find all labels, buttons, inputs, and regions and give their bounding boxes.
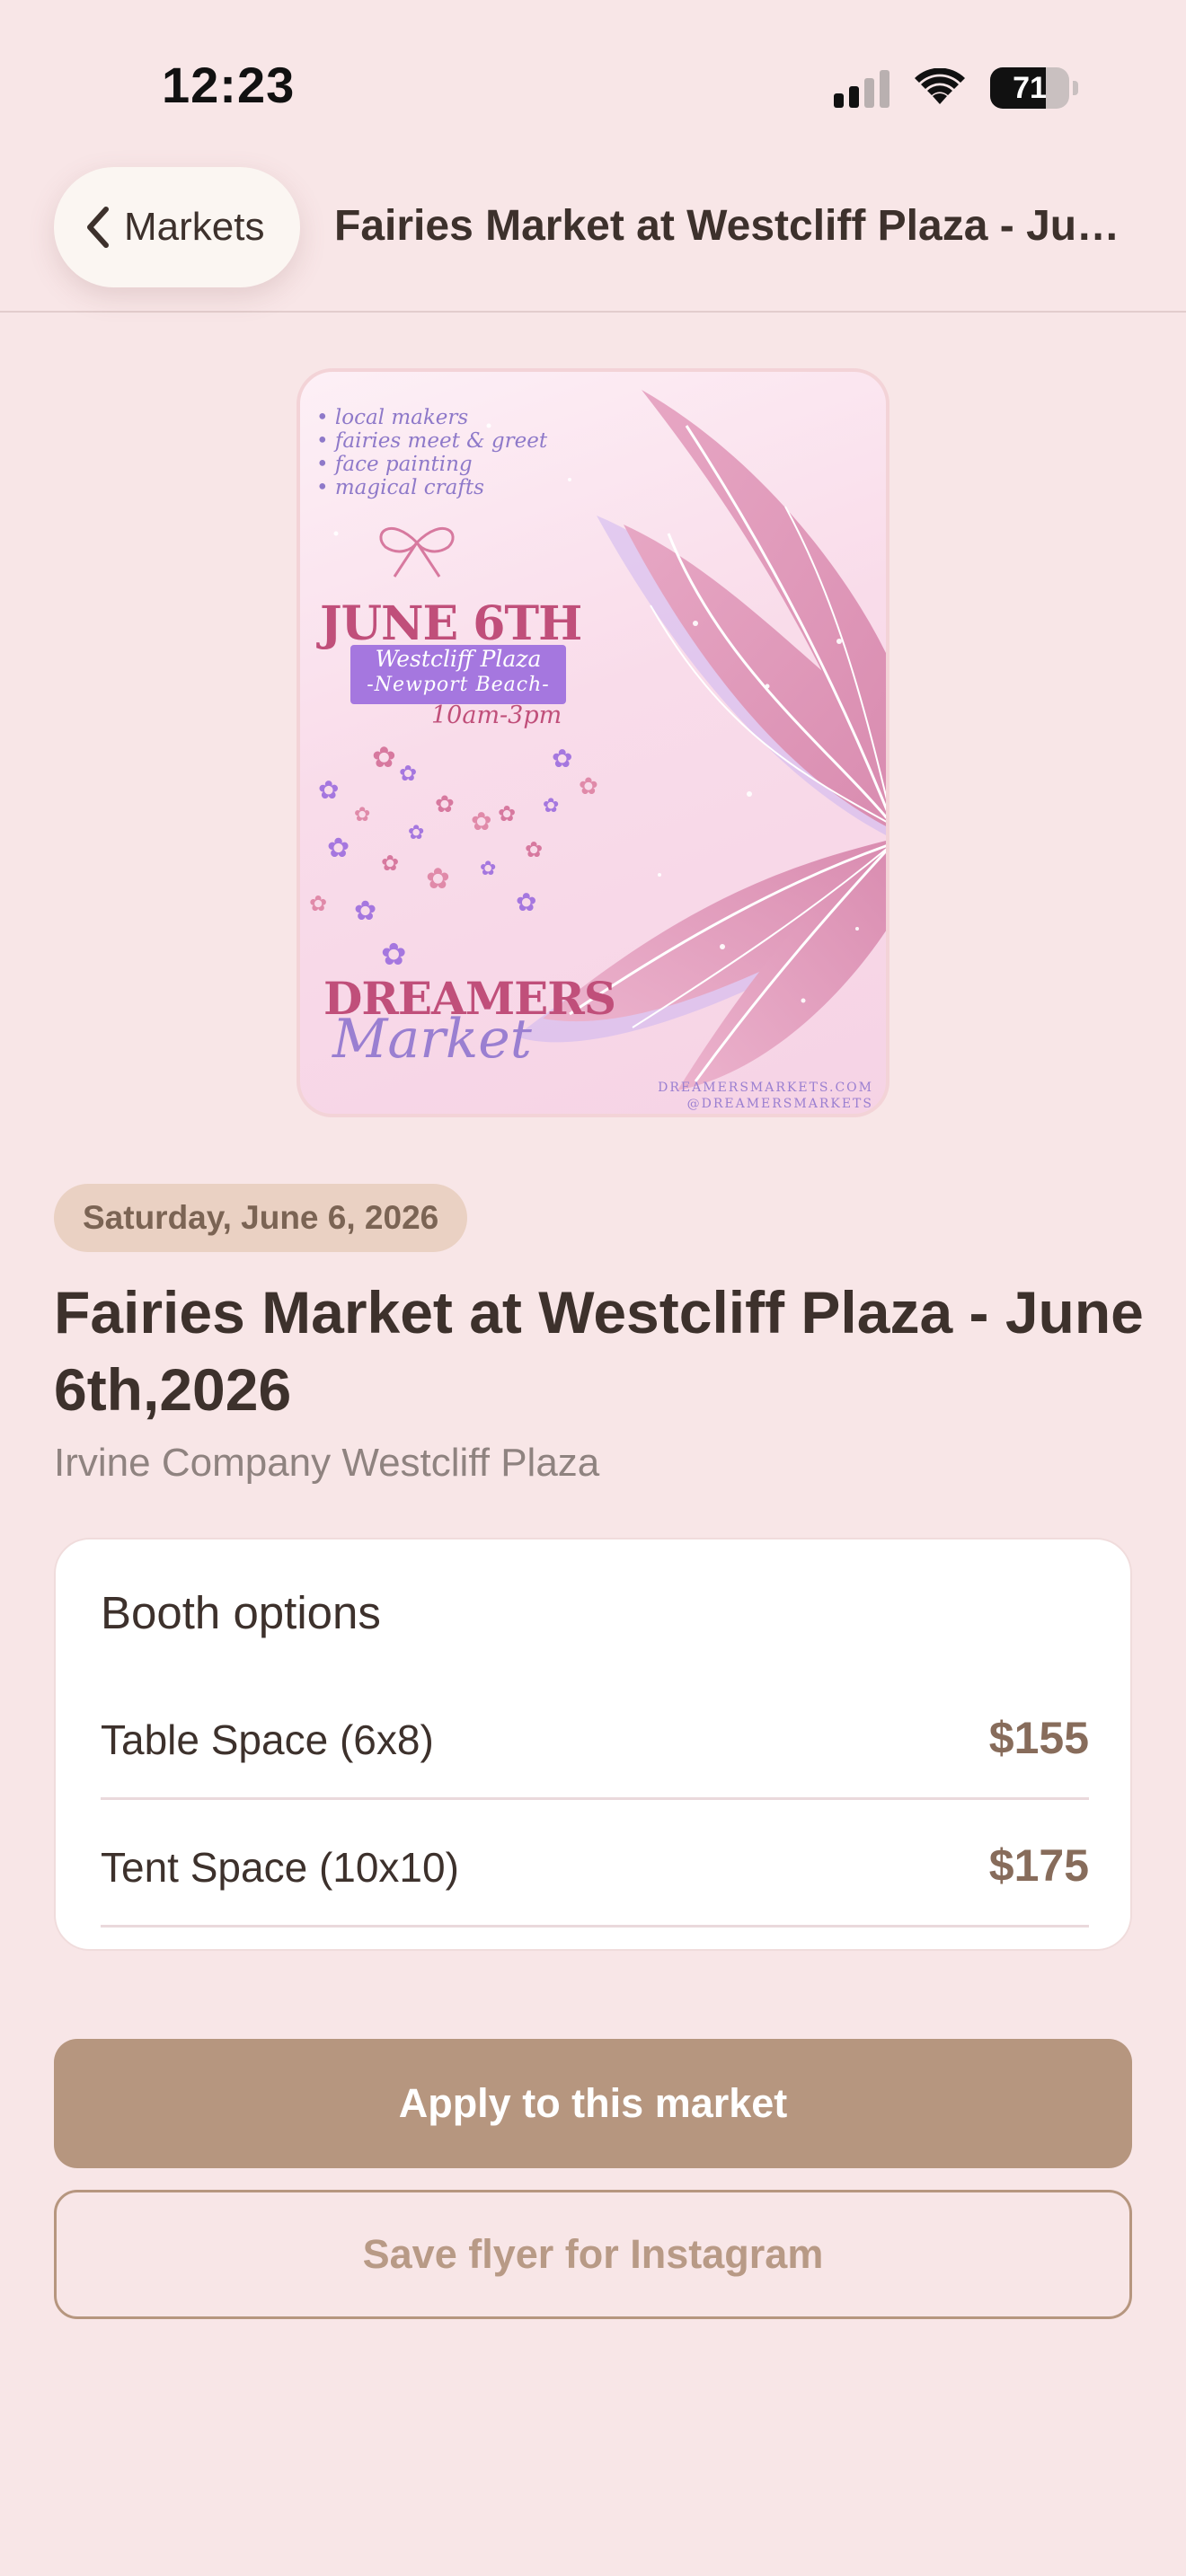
- navigation-bar: Markets Fairies Market at Westcliff Plaz…: [0, 153, 1186, 313]
- flyer-hours: 10am-3pm: [431, 701, 562, 729]
- battery-tip: [1073, 81, 1078, 95]
- svg-text:✿: ✿: [381, 851, 399, 876]
- booth-option-row[interactable]: Tent Space (10x10) $175: [101, 1800, 1089, 1928]
- booth-options-card: Booth options Table Space (6x8) $155 Ten…: [54, 1538, 1132, 1951]
- venue-name: Irvine Company Westcliff Plaza: [54, 1441, 600, 1485]
- svg-text:✿: ✿: [354, 895, 376, 927]
- back-button[interactable]: Markets: [54, 167, 300, 287]
- svg-text:✿: ✿: [309, 891, 327, 916]
- status-icons: 71: [834, 63, 1078, 113]
- event-date-chip: Saturday, June 6, 2026: [54, 1184, 468, 1252]
- svg-text:✿: ✿: [426, 861, 450, 895]
- svg-text:✿: ✿: [408, 822, 424, 844]
- svg-text:✿: ✿: [552, 744, 572, 773]
- flyer-handle: @DREAMERSMARKETS: [686, 1097, 873, 1111]
- flyer-bullet: • magical crafts: [316, 476, 484, 499]
- wifi-icon: [915, 68, 965, 104]
- booth-options-heading: Booth options: [101, 1587, 381, 1638]
- svg-text:✿: ✿: [471, 807, 491, 836]
- booth-option-name: Tent Space (10x10): [101, 1844, 459, 1891]
- ribbon-bow: [379, 526, 455, 578]
- flyer-date: JUNE 6TH: [320, 596, 582, 651]
- market-flyer-image[interactable]: ✿ ✿ ✿ ✿ ✿ ✿ ✿ ✿ ✿ ✿ ✿ ✿ ✿ ✿ ✿ ✿ ✿ ✿ ✿ ✿: [296, 368, 890, 1117]
- svg-text:✿: ✿: [543, 795, 559, 817]
- status-bar: 12:23 71: [0, 0, 1186, 153]
- market-title: Fairies Market at Westcliff Plaza - June…: [54, 1279, 1144, 1423]
- back-button-label: Markets: [124, 205, 265, 249]
- flyer-website-url: DREAMERSMARKETS.COM: [658, 1081, 873, 1095]
- flyer-bullet-list: • local makers • fairies meet & greet • …: [316, 406, 547, 499]
- cellular-signal-icon: [834, 68, 890, 108]
- booth-option-price: $155: [988, 1713, 1089, 1763]
- lower-wing: [543, 841, 886, 1090]
- flyer-venue: Westcliff Plaza: [375, 646, 542, 672]
- svg-text:✿: ✿: [498, 801, 516, 826]
- status-time: 12:23: [162, 57, 296, 113]
- svg-text:✿: ✿: [435, 791, 455, 818]
- flyer-bullet: • face painting: [316, 453, 473, 476]
- flyer-brand-sub: Market: [332, 1008, 532, 1071]
- booth-option-row[interactable]: Table Space (6x8) $155: [101, 1672, 1089, 1800]
- booth-option-name: Table Space (6x8): [101, 1716, 434, 1763]
- butterfly-cluster: ✿ ✿ ✿ ✿ ✿ ✿ ✿ ✿ ✿ ✿ ✿ ✿ ✿ ✿ ✿ ✿ ✿ ✿ ✿ ✿: [309, 740, 598, 973]
- battery-icon: 71: [990, 67, 1069, 109]
- apply-to-market-button[interactable]: Apply to this market: [54, 2039, 1132, 2168]
- svg-text:✿: ✿: [318, 775, 339, 805]
- flyer-city: -Newport Beach-: [367, 674, 550, 696]
- save-flyer-button[interactable]: Save flyer for Instagram: [54, 2190, 1132, 2319]
- nav-title: Fairies Market at Westcliff Plaza - June…: [334, 202, 1125, 250]
- booth-option-price: $175: [988, 1840, 1089, 1891]
- flyer-website: DREAMERSMARKETS.COM @DREAMERSMARKETS: [658, 1080, 873, 1112]
- svg-text:✿: ✿: [354, 804, 370, 826]
- battery-percentage: 71: [1013, 70, 1047, 105]
- flyer-bullet: • fairies meet & greet: [316, 429, 548, 453]
- svg-text:✿: ✿: [525, 837, 543, 862]
- svg-text:✿: ✿: [381, 937, 407, 973]
- svg-text:✿: ✿: [480, 858, 496, 880]
- svg-text:✿: ✿: [372, 740, 396, 774]
- flyer-bullet: • local makers: [316, 406, 469, 429]
- svg-text:✿: ✿: [579, 773, 598, 800]
- svg-text:✿: ✿: [516, 887, 536, 917]
- svg-text:✿: ✿: [327, 833, 350, 864]
- chevron-left-icon: [87, 207, 109, 248]
- svg-text:✿: ✿: [399, 761, 417, 786]
